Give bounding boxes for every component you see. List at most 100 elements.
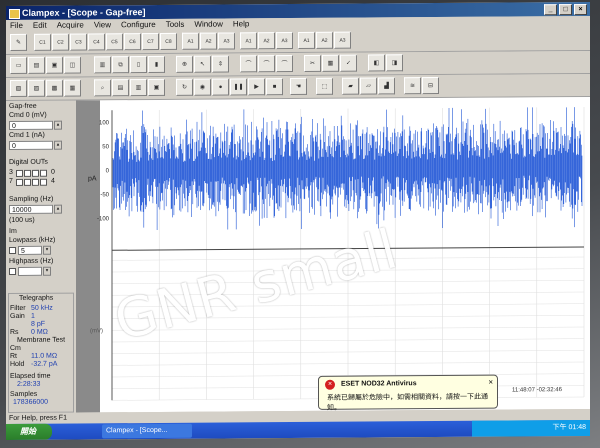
notification-title: ESET NOD32 Antivirus (341, 380, 417, 388)
analysis-icon[interactable]: ▧ (10, 79, 27, 98)
cmd1-spinner[interactable]: ▴ (54, 140, 62, 150)
protocol-a2b-button[interactable]: A2 (258, 32, 275, 50)
maximize-button[interactable]: □ (559, 4, 572, 16)
pause-icon[interactable]: ❚❚ (230, 78, 247, 96)
folder-icon[interactable]: ◫ (64, 56, 81, 74)
window-b-icon[interactable]: ◨ (386, 54, 403, 72)
hold-value: -32.7 pA (31, 360, 58, 368)
seal-test-icon[interactable]: ▥ (130, 79, 147, 97)
sampling-input[interactable]: 10000 (9, 204, 53, 215)
scope-icon[interactable]: ▦ (64, 79, 81, 97)
graph-icon[interactable]: ▟ (378, 77, 395, 95)
protocol-a1c-button[interactable]: A1 (298, 31, 315, 49)
digital-out-checkbox[interactable] (32, 169, 39, 177)
protocol-a2c-button[interactable]: A2 (316, 31, 333, 49)
protocol-c2-button[interactable]: C2 (52, 33, 69, 51)
cmd1-input[interactable]: 0 (9, 140, 53, 151)
protocol-a1b-button[interactable]: A1 (240, 32, 257, 50)
menu-configure[interactable]: Configure (121, 19, 156, 31)
menu-view[interactable]: View (94, 19, 111, 31)
menu-help[interactable]: Help (233, 18, 249, 30)
protocol-c3-button[interactable]: C3 (70, 33, 87, 51)
protocol-c8-button[interactable]: C8 (160, 32, 177, 50)
autoscale-icon[interactable]: ⬚ (316, 77, 333, 95)
cmd0-label: Cmd 0 (mV) (9, 111, 47, 120)
open-data-icon[interactable]: ▤ (28, 56, 45, 74)
antivirus-notification[interactable]: × ESET NOD32 Antivirus 系統已歸屬於危險中，如需相關資料，… (318, 374, 498, 412)
menu-edit[interactable]: Edit (33, 20, 47, 32)
mem-test-icon[interactable]: ▤ (112, 79, 129, 97)
play-icon[interactable]: ▶ (248, 78, 265, 96)
digital-out-checkbox[interactable] (24, 169, 31, 177)
notification-close-button[interactable]: × (488, 378, 493, 387)
highpass-checkbox[interactable] (9, 267, 16, 276)
protocol-a2-button[interactable]: A2 (200, 32, 217, 50)
clampex-app-icon (9, 8, 20, 20)
close-button[interactable]: × (574, 3, 587, 16)
tool-c-icon[interactable]: ⌒ (276, 55, 293, 73)
wave-icon[interactable]: ≋ (404, 77, 421, 95)
start-button[interactable]: 開始 (6, 423, 52, 441)
sampling-spinner[interactable]: ▴ (54, 204, 62, 214)
window-a-icon[interactable]: ◧ (368, 54, 385, 72)
page-icon[interactable]: ▯ (130, 56, 147, 74)
tool-e-icon[interactable]: ▦ (322, 54, 339, 72)
scale-icon[interactable]: ⇕ (212, 55, 229, 73)
protocol-c6-button[interactable]: C6 (124, 33, 141, 51)
split-icon[interactable]: ⊟ (422, 77, 439, 95)
protocol-c1-button[interactable]: C1 (34, 33, 51, 51)
menu-window[interactable]: Window (194, 19, 222, 31)
menu-acquire[interactable]: Acquire (57, 19, 84, 31)
cmd0-input[interactable]: 0 (9, 120, 53, 131)
menu-file[interactable]: File (10, 20, 23, 32)
stats-icon[interactable]: ▱ (360, 77, 377, 95)
digital-out-checkbox[interactable] (16, 169, 23, 177)
taskbar-item-clampex[interactable]: Clampex - [Scope... (102, 423, 192, 439)
lowpass-select[interactable]: 5 (18, 245, 42, 255)
open-icon[interactable]: ▭ (10, 56, 27, 75)
lowpass-dropdown[interactable]: ▾ (43, 245, 51, 255)
clipboard-icon[interactable]: ▮ (148, 55, 165, 74)
tool-b-icon[interactable]: ⌒ (258, 55, 275, 73)
protocol-c5-button[interactable]: C5 (106, 33, 123, 51)
config-icon[interactable]: ▣ (148, 78, 165, 97)
protocol-c4-button[interactable]: C4 (88, 33, 105, 51)
protocol-a3b-button[interactable]: A3 (276, 32, 293, 50)
digital-out-checkbox[interactable] (16, 178, 23, 186)
highpass-select[interactable] (18, 266, 42, 276)
print-icon[interactable]: ▥ (94, 56, 111, 74)
stop-icon[interactable]: ■ (266, 78, 283, 96)
copy-icon[interactable]: ⧉ (112, 56, 129, 74)
highpass-dropdown[interactable]: ▾ (43, 266, 51, 276)
control-panel: Gap-free Cmd 0 (mV) 0 ▴ Cmd 1 (nA) 0 ▴ D… (6, 100, 74, 414)
cmd0-spinner[interactable]: ▴ (54, 120, 62, 130)
wand-icon[interactable]: ✎ (10, 33, 27, 52)
chart-icon[interactable]: ▰ (342, 77, 359, 95)
protocol-a1-button[interactable]: A1 (182, 32, 199, 50)
lowpass-checkbox[interactable] (9, 246, 16, 255)
check-icon[interactable]: ✓ (340, 54, 357, 72)
digital-out-checkbox[interactable] (40, 169, 47, 177)
protocol-a3c-button[interactable]: A3 (334, 31, 351, 49)
save-icon[interactable]: ▣ (46, 56, 63, 74)
menu-tools[interactable]: Tools (166, 19, 185, 31)
protocol-c7-button[interactable]: C7 (142, 32, 159, 51)
rerun-icon[interactable]: ↻ (176, 78, 193, 96)
record-icon[interactable]: ● (212, 78, 229, 96)
results-icon[interactable]: ▨ (28, 79, 45, 97)
protocol-a3-button[interactable]: A3 (218, 32, 235, 50)
lab-book-icon[interactable]: ▩ (46, 79, 63, 97)
tool-a-icon[interactable]: ⌒ (240, 55, 257, 73)
hand-icon[interactable]: ☚ (290, 77, 307, 96)
cursor-icon[interactable]: ↖ (194, 55, 211, 73)
view-icon[interactable]: ◉ (194, 78, 211, 96)
tool-d-icon[interactable]: ✂ (304, 54, 321, 72)
y-tick-label: 100 (99, 120, 110, 126)
digital-out-checkbox[interactable] (32, 178, 39, 186)
zoom-icon[interactable]: ⊕ (176, 55, 193, 73)
magnify-icon[interactable]: ⌕ (94, 79, 111, 97)
digital-out-checkbox[interactable] (40, 178, 47, 186)
rs-label: Rs (10, 328, 19, 337)
minimize-button[interactable]: _ (544, 4, 557, 16)
digital-out-checkbox[interactable] (24, 178, 31, 186)
